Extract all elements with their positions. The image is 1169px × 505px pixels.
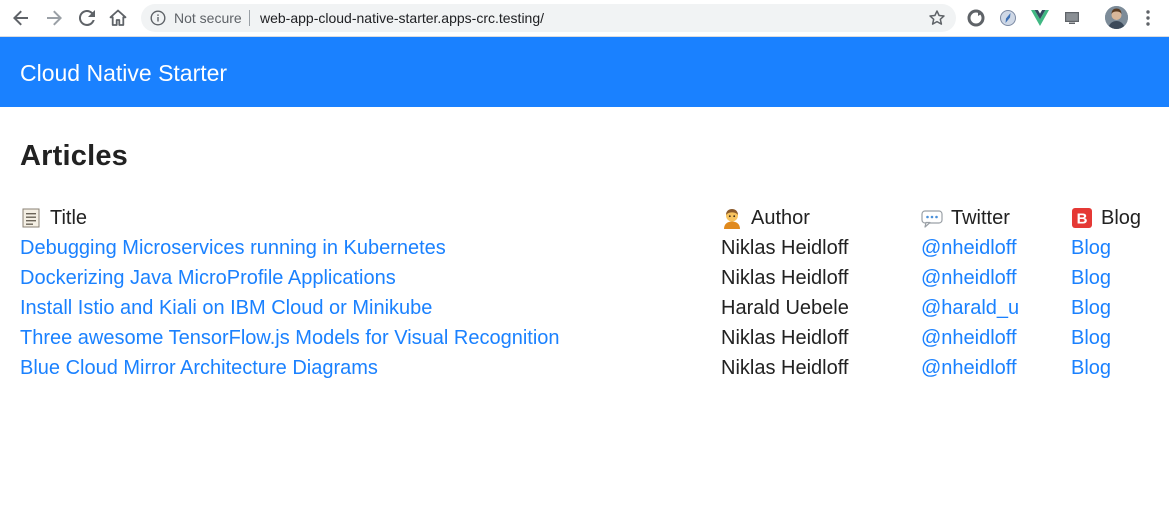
vue-icon: [1031, 10, 1049, 26]
blog-link[interactable]: Blog: [1071, 355, 1111, 381]
back-button[interactable]: [9, 6, 33, 30]
header-title-label: Title: [50, 207, 88, 229]
table-row: Debugging Microservices running in Kuber…: [0, 235, 1169, 265]
table-row: Three awesome TensorFlow.js Models for V…: [0, 325, 1169, 355]
blog-link[interactable]: Blog: [1071, 265, 1111, 291]
article-title-link[interactable]: Dockerizing Java MicroProfile Applicatio…: [20, 265, 396, 291]
reload-icon: [79, 10, 95, 26]
author-name: Harald Uebele: [721, 297, 849, 319]
forward-button[interactable]: [42, 6, 66, 30]
table-row: Dockerizing Java MicroProfile Applicatio…: [0, 265, 1169, 295]
twitter-link[interactable]: @nheidloff: [921, 355, 1017, 381]
profile-avatar[interactable]: [1105, 6, 1128, 29]
speech-bubble-icon: [921, 207, 943, 229]
article-title-link[interactable]: Debugging Microservices running in Kuber…: [20, 235, 446, 261]
header-author-label: Author: [751, 207, 810, 229]
blog-link[interactable]: Blog: [1071, 325, 1111, 351]
scroll-icon: [20, 207, 42, 229]
info-icon[interactable]: [150, 10, 166, 26]
browser-toolbar: Not secure web-app-cloud-native-starter.…: [0, 0, 1169, 37]
refresh-extension-icon: [967, 9, 985, 27]
extension-compass[interactable]: [998, 8, 1018, 28]
url-text[interactable]: web-app-cloud-native-starter.apps-crc.te…: [260, 10, 544, 26]
person-icon: [721, 207, 743, 229]
twitter-link[interactable]: @nheidloff: [921, 325, 1017, 351]
header-blog: B Blog: [1071, 205, 1141, 231]
table-row: Install Istio and Kiali on IBM Cloud or …: [0, 295, 1169, 325]
twitter-link[interactable]: @nheidloff: [921, 265, 1017, 291]
arrow-right-icon: [47, 10, 62, 26]
blog-link[interactable]: Blog: [1071, 295, 1111, 321]
blog-link[interactable]: Blog: [1071, 235, 1111, 261]
article-title-link[interactable]: Three awesome TensorFlow.js Models for V…: [20, 325, 560, 351]
author-name: Niklas Heidloff: [721, 357, 849, 379]
app-header: Cloud Native Starter: [0, 37, 1169, 107]
star-icon[interactable]: [928, 9, 946, 27]
author-name: Niklas Heidloff: [721, 237, 849, 259]
arrow-left-icon: [13, 10, 28, 26]
app-title[interactable]: Cloud Native Starter: [20, 59, 227, 87]
svg-text:B: B: [1077, 211, 1088, 228]
compass-extension-icon: [1000, 10, 1016, 26]
header-twitter: Twitter: [921, 205, 1010, 231]
header-blog-label: Blog: [1101, 207, 1142, 229]
table-row: Blue Cloud Mirror Architecture Diagrams …: [0, 355, 1169, 385]
home-button[interactable]: [106, 6, 130, 30]
b-button-icon: B: [1071, 207, 1093, 229]
security-label[interactable]: Not secure: [174, 10, 242, 26]
screen-icon: [1065, 12, 1079, 24]
user-avatar-icon: [1105, 6, 1128, 29]
header-twitter-label: Twitter: [951, 207, 1010, 229]
extension-cast[interactable]: [1062, 8, 1082, 28]
author-name: Niklas Heidloff: [721, 267, 849, 289]
article-title-link[interactable]: Blue Cloud Mirror Architecture Diagrams: [20, 355, 378, 381]
header-author: Author: [721, 205, 810, 231]
page-title: Articles: [20, 140, 128, 172]
extension-vue[interactable]: [1030, 8, 1050, 28]
address-divider: [249, 10, 250, 26]
article-title-link[interactable]: Install Istio and Kiali on IBM Cloud or …: [20, 295, 432, 321]
more-vert-icon[interactable]: [1144, 9, 1152, 27]
address-bar[interactable]: Not secure web-app-cloud-native-starter.…: [141, 4, 956, 32]
twitter-link[interactable]: @nheidloff: [921, 235, 1017, 261]
reload-button[interactable]: [75, 6, 99, 30]
author-name: Niklas Heidloff: [721, 327, 849, 349]
home-icon: [109, 9, 127, 26]
twitter-link[interactable]: @harald_u: [921, 295, 1019, 321]
extension-refresh[interactable]: [966, 8, 986, 28]
header-title: Title: [20, 205, 87, 231]
